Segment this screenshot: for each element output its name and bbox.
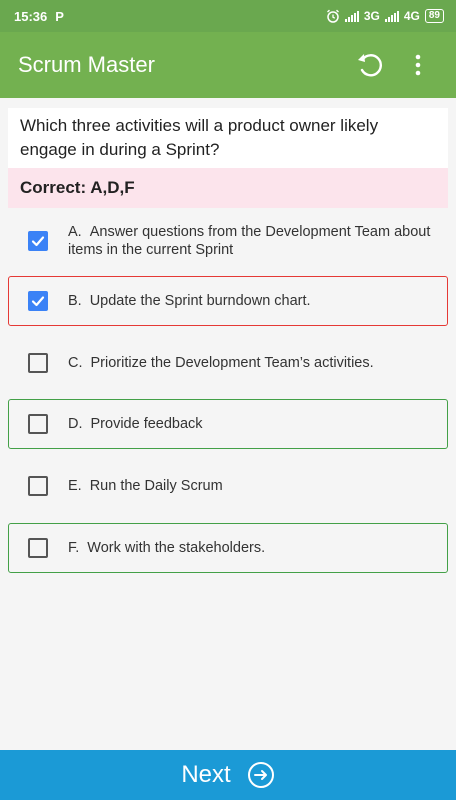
app-title: Scrum Master xyxy=(18,52,155,77)
option-text: B. Update the Sprint burndown chart. xyxy=(68,292,321,310)
status-time: 15:36 xyxy=(14,8,48,24)
option-row[interactable]: A. Answer questions from the Development … xyxy=(8,212,448,270)
option-row[interactable]: F. Work with the stakeholders. xyxy=(8,523,448,573)
option-letter: A. xyxy=(68,224,82,240)
option-label: Run the Daily Scrum xyxy=(89,478,223,494)
option-label: Work with the stakeholders. xyxy=(87,540,266,556)
undo-icon xyxy=(358,54,382,77)
option-letter: B. xyxy=(68,293,82,309)
option-label: Prioritize the Development Team’s activi… xyxy=(90,355,374,371)
option-label: Provide feedback xyxy=(90,416,203,432)
more-vert-icon xyxy=(415,54,421,76)
network-type-2: 4G xyxy=(403,9,420,23)
option-text: E. Run the Daily Scrum xyxy=(68,477,233,495)
next-label: Next xyxy=(181,761,231,788)
battery-icon: 89 xyxy=(424,9,444,23)
signal-icon xyxy=(344,10,359,22)
notification-icon: P xyxy=(55,8,64,24)
option-label: Answer questions from the Development Te… xyxy=(68,224,431,258)
option-row[interactable]: E. Run the Daily Scrum xyxy=(8,461,448,511)
correct-answer-banner: Correct: A,D,F xyxy=(8,168,448,208)
option-letter: D. xyxy=(68,416,83,432)
signal-icon xyxy=(384,10,399,22)
option-checkbox[interactable] xyxy=(28,414,48,434)
option-row[interactable]: C. Prioritize the Development Team’s acti… xyxy=(8,338,448,388)
app-bar: Scrum Master xyxy=(0,32,456,98)
option-label: Update the Sprint burndown chart. xyxy=(89,293,311,309)
network-type-1: 3G xyxy=(363,9,380,23)
option-checkbox[interactable] xyxy=(28,538,48,558)
option-text: D. Provide feedback xyxy=(68,415,213,433)
question-text: Which three activities will a product ow… xyxy=(8,108,448,168)
option-letter: E. xyxy=(68,478,82,494)
arrow-circle-right-icon xyxy=(247,762,274,788)
option-row[interactable]: D. Provide feedback xyxy=(8,399,448,449)
more-options-button[interactable] xyxy=(398,45,438,85)
next-button[interactable]: Next xyxy=(0,750,456,800)
alarm-icon xyxy=(326,9,339,23)
option-checkbox[interactable] xyxy=(28,476,48,496)
check-icon xyxy=(31,236,45,247)
option-checkbox[interactable] xyxy=(28,291,48,311)
check-icon xyxy=(31,296,45,307)
option-row[interactable]: B. Update the Sprint burndown chart. xyxy=(8,276,448,326)
option-checkbox[interactable] xyxy=(28,231,48,251)
option-letter: F. xyxy=(68,540,80,556)
undo-button[interactable] xyxy=(350,45,390,85)
option-letter: C. xyxy=(68,355,83,371)
option-text: F. Work with the stakeholders. xyxy=(68,539,275,557)
option-text: C. Prioritize the Development Team’s acti… xyxy=(68,354,384,372)
option-checkbox[interactable] xyxy=(28,353,48,373)
status-bar: 15:36 P 3G 4G 89 xyxy=(0,0,456,32)
option-text: A. Answer questions from the Development … xyxy=(68,223,447,259)
